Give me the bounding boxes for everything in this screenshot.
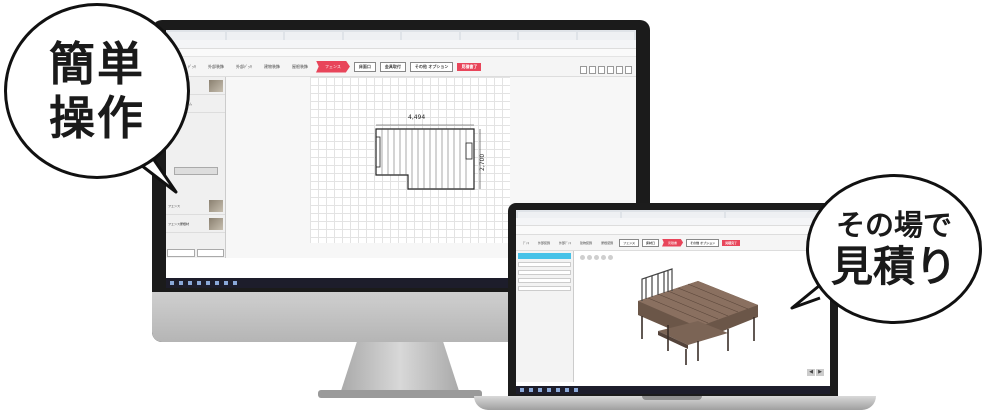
bubble-line: 見積り	[830, 242, 957, 291]
deck-plan: 4,494 2,700	[375, 114, 486, 190]
pan-icon[interactable]	[601, 255, 606, 260]
deck-3d-render	[638, 268, 758, 365]
roof-thumbnail	[209, 217, 223, 230]
speech-bubble-quote: その場で 見積り	[806, 174, 982, 324]
browser-tab[interactable]	[168, 32, 225, 40]
browser-tab[interactable]	[518, 212, 620, 218]
footer-button[interactable]	[167, 249, 195, 257]
nav-item-deck[interactable]: ﾃﾞｯｷ	[520, 240, 532, 246]
tool-button[interactable]	[580, 66, 587, 74]
browser-icon[interactable]	[547, 388, 551, 392]
zoom-in-icon[interactable]	[580, 255, 585, 260]
nav-item-estimate[interactable]: 見積書	[662, 238, 684, 247]
step-navigation: ﾃﾞｯｷ 外部装飾 外部ﾃﾞｯｷ 建物装飾 屋根装飾 フェンス 床材口 見積書 …	[516, 235, 830, 251]
reset-icon[interactable]	[608, 255, 613, 260]
tool-button[interactable]	[616, 66, 623, 74]
depth-dimension: 2,700	[479, 154, 486, 171]
app-icon[interactable]	[215, 281, 219, 285]
tool-button[interactable]	[598, 66, 605, 74]
arrow-right-icon[interactable]: ▶	[816, 369, 824, 376]
browser-icon[interactable]	[197, 281, 201, 285]
browser-tab[interactable]	[285, 32, 342, 40]
rotate-icon[interactable]	[594, 255, 599, 260]
option-row[interactable]	[518, 270, 571, 275]
app-icon[interactable]	[233, 281, 237, 285]
browser-tab[interactable]	[622, 212, 724, 218]
laptop-notch	[642, 396, 702, 400]
width-dimension: 4,494	[408, 114, 425, 121]
bubble-line: その場で	[835, 208, 952, 242]
nav-item-building[interactable]: 建物装飾	[260, 62, 284, 72]
browser-tab[interactable]	[519, 32, 576, 40]
start-icon[interactable]	[170, 281, 174, 285]
speech-bubble-easy: 簡単 操作	[4, 3, 190, 179]
apply-button[interactable]	[174, 167, 218, 175]
browser-tab[interactable]	[460, 32, 517, 40]
nav-item-options[interactable]: その他 オプション	[686, 238, 720, 247]
laptop-screen: ﾃﾞｯｷ 外部装飾 外部ﾃﾞｯｷ 建物装飾 屋根装飾 フェンス 床材口 見積書 …	[516, 210, 830, 394]
view-arrows: ◀ ▶	[807, 369, 824, 376]
app-icon[interactable]	[574, 388, 578, 392]
address-bar[interactable]	[166, 40, 636, 49]
app-icon[interactable]	[224, 281, 228, 285]
browser-tabbar	[516, 210, 830, 218]
nav-item-fence[interactable]: フェンス	[619, 238, 640, 247]
nav-item-outer-deck[interactable]: 外部ﾃﾞｯｷ	[232, 62, 256, 72]
bookmarks-bar	[166, 49, 636, 57]
windows-taskbar	[516, 386, 830, 394]
footer-button[interactable]	[196, 249, 224, 257]
nav-item-exterior[interactable]: 外部装飾	[535, 240, 553, 246]
sidebar-item[interactable]: フェンス	[166, 197, 225, 215]
nav-item-outer-deck[interactable]: 外部ﾃﾞｯｷ	[556, 240, 574, 246]
app-icon[interactable]	[565, 388, 569, 392]
fence-thumbnail	[209, 79, 223, 92]
taskview-icon[interactable]	[188, 281, 192, 285]
tool-button[interactable]	[625, 66, 632, 74]
nav-item-building[interactable]: 建物装飾	[577, 240, 595, 246]
address-bar[interactable]	[516, 218, 830, 226]
browser-tab[interactable]	[226, 32, 283, 40]
option-row[interactable]	[518, 278, 571, 283]
browser-tab[interactable]	[726, 212, 828, 218]
browser-tab[interactable]	[402, 32, 459, 40]
step-navigation: ﾃﾞｯｷ 外部装飾 外部ﾃﾞｯｷ 建物装飾 屋根装飾 フェンス 床面口 金具取付…	[166, 57, 636, 77]
nav-item-exterior[interactable]: 外部装飾	[204, 62, 228, 72]
tool-button[interactable]	[589, 66, 596, 74]
bubble-line: 操作	[49, 91, 145, 145]
tool-button[interactable]	[607, 66, 614, 74]
option-row[interactable]	[518, 286, 571, 291]
fence-thumbnail	[209, 199, 223, 212]
nav-item-options[interactable]: その他 オプション	[409, 61, 454, 72]
nav-item-floor[interactable]: 床材口	[642, 238, 660, 247]
nav-item-finish[interactable]: 見積書了	[457, 62, 482, 71]
option-row[interactable]	[518, 262, 571, 267]
browser-tab[interactable]	[577, 32, 634, 40]
nav-item-finish[interactable]: 見積完了	[722, 239, 741, 246]
zoom-out-icon[interactable]	[587, 255, 592, 260]
bubble-line: 簡単	[49, 37, 145, 91]
nav-item-roof[interactable]: 屋根装飾	[288, 62, 312, 72]
search-icon[interactable]	[179, 281, 183, 285]
browser-tab[interactable]	[343, 32, 400, 40]
nav-item-fence[interactable]: フェンス	[316, 60, 350, 73]
folder-icon[interactable]	[556, 388, 560, 392]
tool-buttons	[580, 66, 632, 74]
sidebar-footer	[166, 248, 225, 258]
folder-icon[interactable]	[206, 281, 210, 285]
nav-item-hardware[interactable]: 金具取付	[379, 61, 406, 72]
view-toolbar	[580, 255, 613, 260]
start-icon[interactable]	[520, 388, 524, 392]
sidebar-item[interactable]: フェンス屋根材	[166, 215, 225, 233]
nav-item-floor[interactable]: 床面口	[353, 61, 376, 72]
taskview-icon[interactable]	[538, 388, 542, 392]
monitor-base	[318, 390, 482, 398]
search-icon[interactable]	[529, 388, 533, 392]
arrow-left-icon[interactable]: ◀	[807, 369, 815, 376]
nav-item-roof[interactable]: 屋根装飾	[598, 240, 616, 246]
browser-tabbar	[166, 30, 636, 40]
selected-option[interactable]	[518, 253, 571, 259]
app-title-bar	[516, 226, 830, 235]
monitor-stand	[340, 342, 460, 394]
options-sidebar	[516, 251, 574, 382]
